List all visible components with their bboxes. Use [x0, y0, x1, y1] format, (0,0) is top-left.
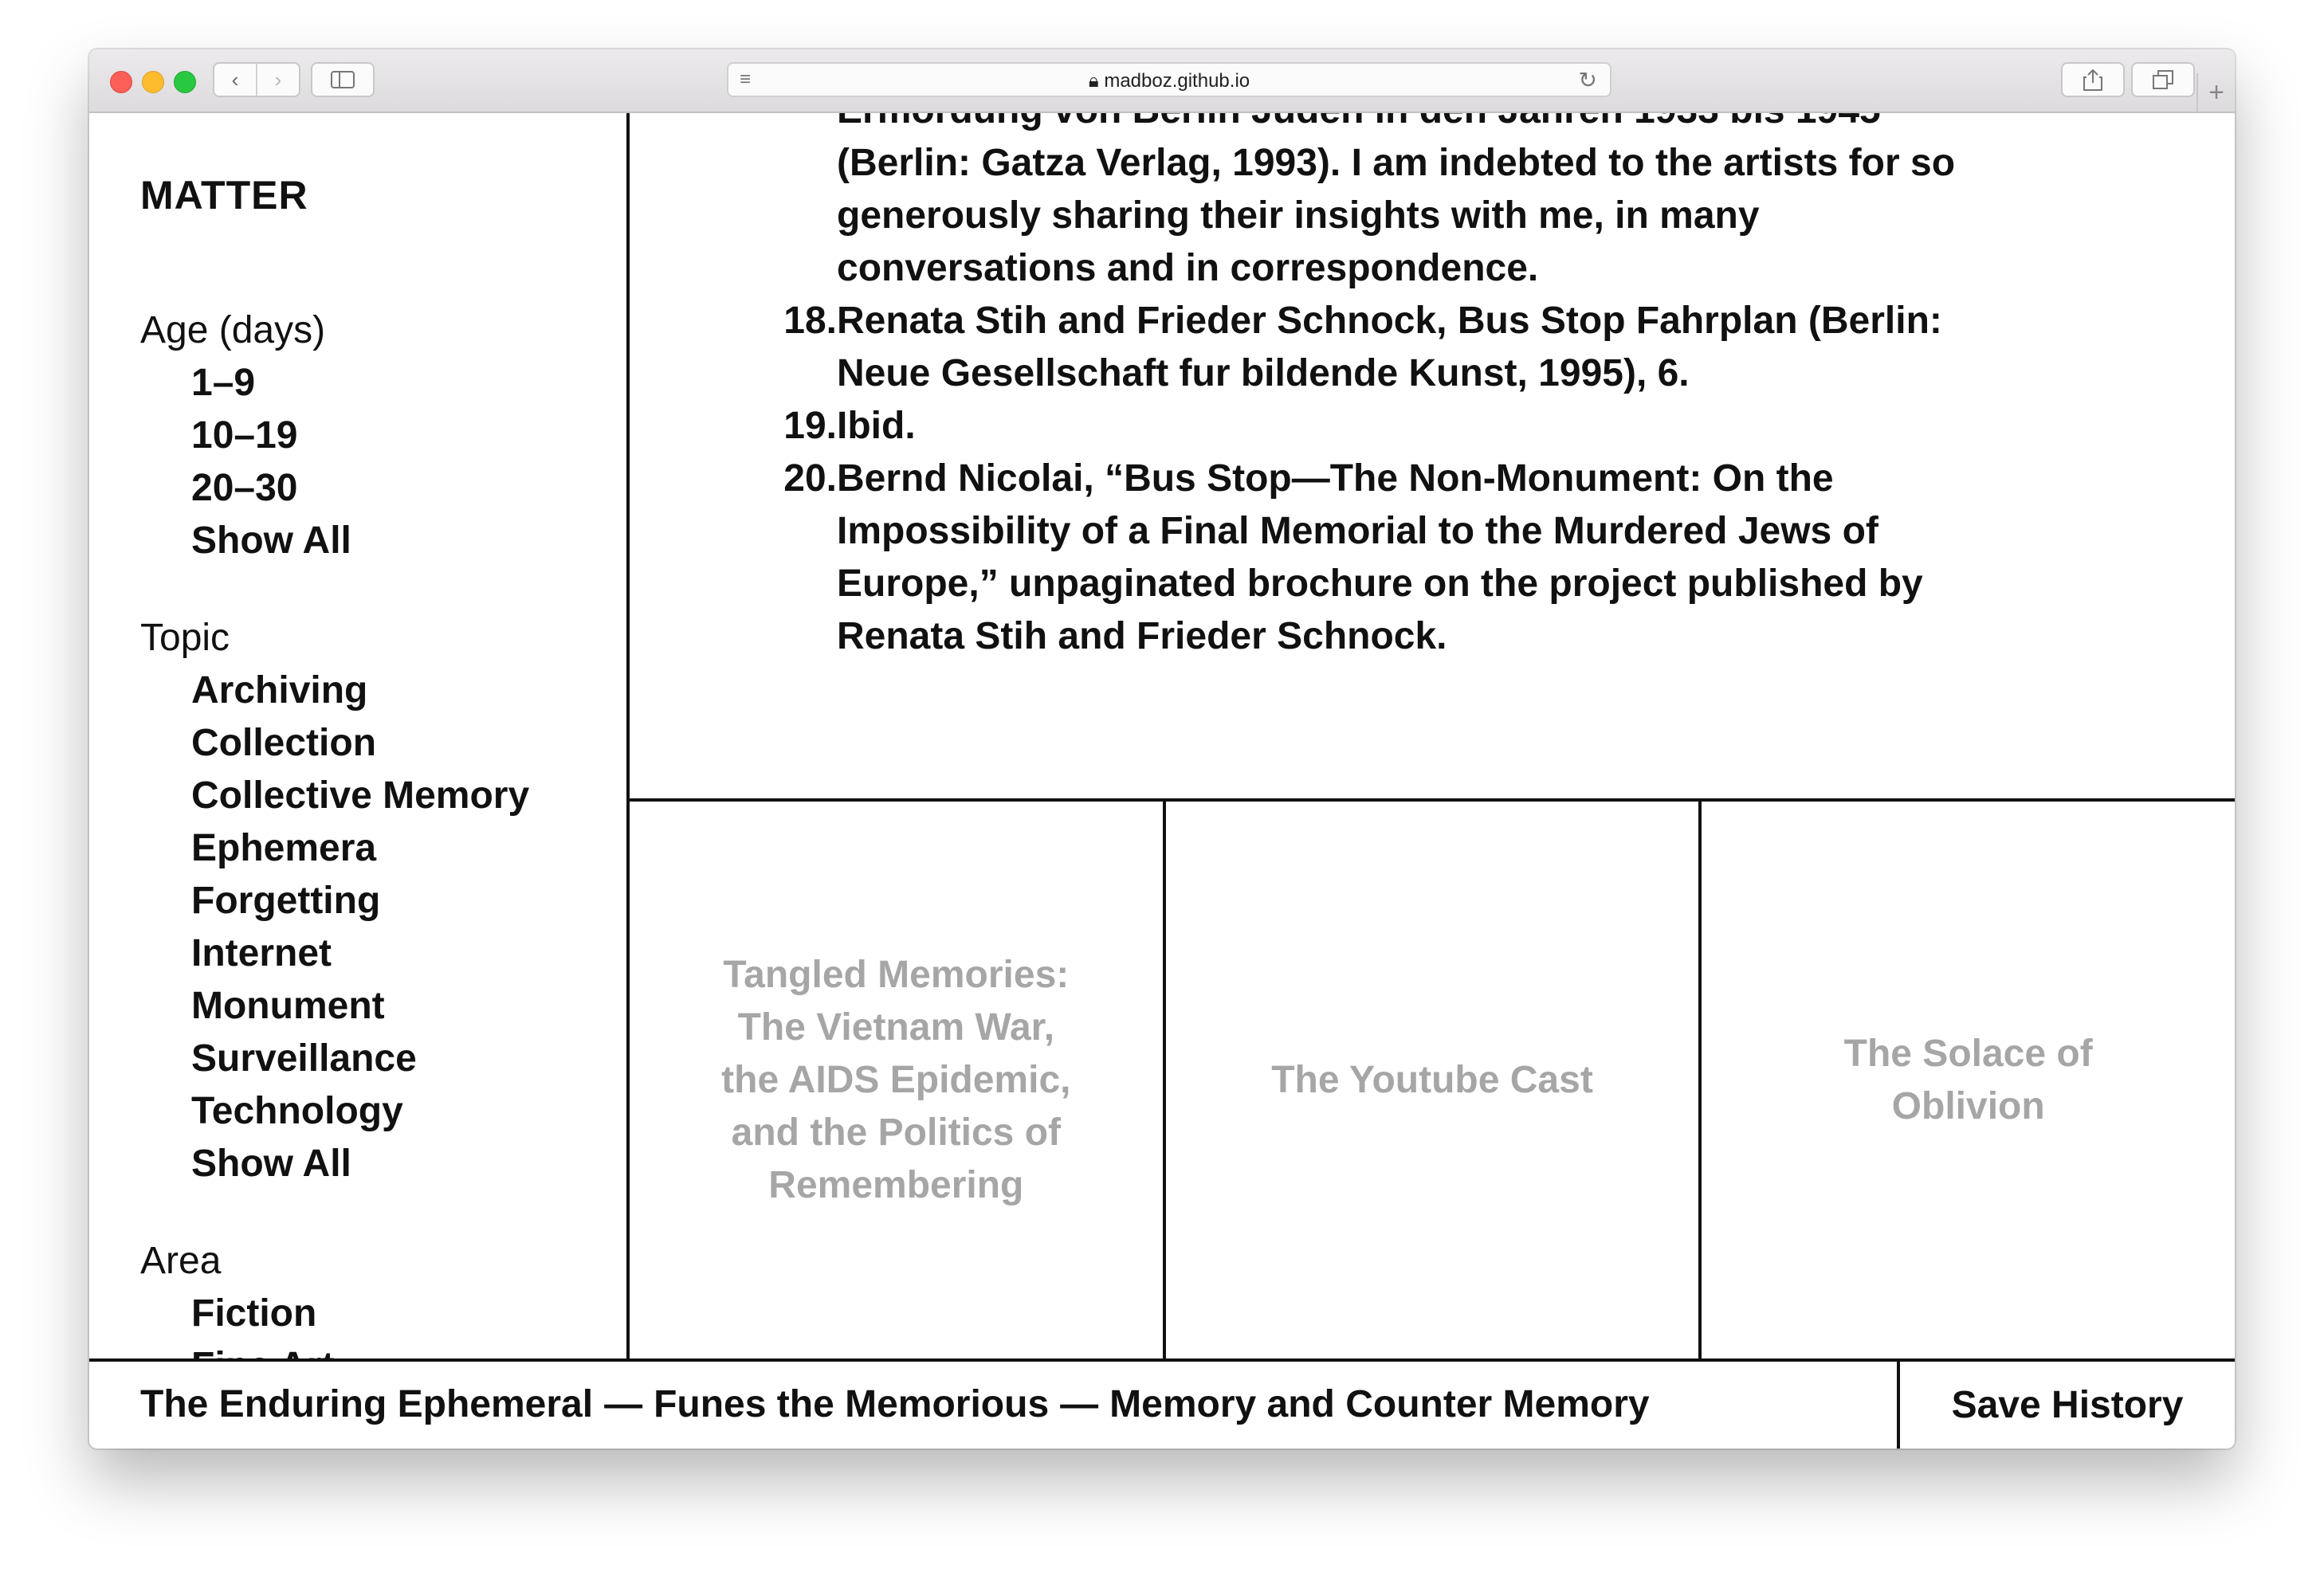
related-article-card[interactable]: The Youtube Cast	[1166, 802, 1702, 1358]
footnote-line: (Berlin: Gatza Verlag, 1993). I am indeb…	[837, 142, 1956, 184]
url-text: madboz.github.io	[1104, 70, 1250, 92]
browser-toolbar: ‹ › ≡ 🔒︎ madboz.github.io ↻ +	[89, 49, 2235, 113]
related-articles: Tangled Memories: The Vietnam War, the A…	[630, 802, 2235, 1358]
history-crumb[interactable]: Funes the Memorious	[654, 1382, 1049, 1426]
footnote-line: Neue Gesellschaft fur bildende Kunst, 19…	[837, 352, 1690, 394]
footnote-line: Renata Stih and Frieder Schnock.	[837, 615, 1447, 657]
footnote-line: Impossibility of a Final Memorial to the…	[837, 510, 1878, 552]
tabs-icon	[2153, 70, 2173, 89]
filter-item[interactable]: 1–9	[191, 357, 351, 410]
filter-item[interactable]: Forgetting	[191, 875, 529, 927]
footnotes-list: Ermordung von Berlin Juden in den Jahren…	[773, 113, 2016, 663]
sidebar-toggle-button[interactable]	[311, 62, 375, 97]
footnote-number: 19.	[783, 405, 837, 447]
footnote-line: conversations and in correspondence.	[837, 247, 1539, 289]
filter-group-age: Age (days) 1–9 10–19 20–30 Show All	[140, 304, 351, 567]
card-title: Tangled Memories: The Vietnam War, the A…	[721, 953, 1071, 1206]
history-bar: The Enduring Ephemeral — Funes the Memor…	[89, 1358, 2235, 1449]
site-logo[interactable]: MATTER	[140, 172, 308, 218]
filter-group-topic: Topic Archiving Collection Collective Me…	[140, 612, 529, 1190]
filter-heading: Age (days)	[140, 309, 326, 351]
reading-history-breadcrumb: The Enduring Ephemeral — Funes the Memor…	[140, 1382, 1650, 1426]
history-nav: ‹ ›	[213, 62, 300, 97]
filter-item-show-all[interactable]: Show All	[191, 515, 351, 567]
card-title: The Youtube Cast	[1271, 1058, 1593, 1101]
back-icon[interactable]: ‹	[214, 64, 256, 96]
article-content[interactable]: Ermordung von Berlin Juden in den Jahren…	[630, 113, 2235, 802]
footnote-20: 20. Bernd Nicolai, “Bus Stop—The Non-Monu…	[773, 453, 2016, 505]
page: MATTER Age (days) 1–9 10–19 20–30 Show A…	[89, 113, 2235, 1449]
new-tab-button[interactable]: +	[2196, 73, 2235, 112]
crumb-separator: —	[1060, 1383, 1099, 1425]
filter-item[interactable]: Fine Art	[191, 1340, 335, 1358]
minimize-window-button[interactable]	[142, 71, 164, 93]
filter-group-area: Area Fiction Fine Art	[140, 1235, 335, 1358]
related-article-card[interactable]: Tangled Memories: The Vietnam War, the A…	[630, 802, 1166, 1358]
browser-window: ‹ › ≡ 🔒︎ madboz.github.io ↻ + MATTER Age…	[89, 49, 2235, 1449]
plus-icon: +	[2208, 76, 2224, 108]
reload-icon[interactable]: ↻	[1579, 67, 1597, 93]
fullscreen-window-button[interactable]	[174, 71, 196, 93]
footnote-18: 18. Renata Stih and Frieder Schnock, Bus …	[773, 295, 2016, 347]
history-crumb[interactable]: Memory and Counter Memory	[1109, 1382, 1649, 1426]
footnote-19: 19. Ibid.	[773, 400, 2016, 453]
footnote-number: 18.	[783, 300, 837, 342]
related-article-card[interactable]: The Solace of Oblivion	[1702, 802, 2235, 1358]
filter-heading: Topic	[140, 617, 230, 659]
filter-item[interactable]: Ephemera	[191, 822, 529, 875]
filter-item-show-all[interactable]: Show All	[191, 1138, 529, 1190]
lock-icon: 🔒︎	[1088, 70, 1099, 92]
footnote-number: 20.	[783, 457, 837, 500]
filter-item[interactable]: Technology	[191, 1085, 529, 1138]
share-icon	[2083, 69, 2102, 91]
filter-item[interactable]: Internet	[191, 927, 529, 980]
filter-heading: Area	[140, 1240, 222, 1282]
card-title: The Solace of Oblivion	[1843, 1032, 2093, 1127]
filter-item[interactable]: Collective Memory	[191, 770, 529, 822]
footnote-line: Ermordung von Berlin Juden in den Jahren…	[773, 113, 2016, 137]
filter-item[interactable]: Collection	[191, 717, 529, 770]
filter-item[interactable]: Surveillance	[191, 1033, 529, 1085]
filter-item[interactable]: Archiving	[191, 665, 529, 717]
sidebar-icon	[331, 71, 355, 88]
filter-item[interactable]: 20–30	[191, 462, 351, 515]
footnote-line: generously sharing their insights with m…	[837, 194, 1760, 237]
close-window-button[interactable]	[110, 71, 132, 93]
tab-overview-button[interactable]	[2131, 62, 2195, 97]
history-crumb[interactable]: The Enduring Ephemeral	[140, 1382, 593, 1426]
filter-item[interactable]: Monument	[191, 980, 529, 1033]
save-history-button[interactable]: Save History	[1897, 1362, 2235, 1449]
filter-item[interactable]: Fiction	[191, 1288, 335, 1340]
crumb-separator: —	[604, 1383, 643, 1425]
filter-sidebar: MATTER Age (days) 1–9 10–19 20–30 Show A…	[89, 113, 630, 1358]
address-bar[interactable]: ≡ 🔒︎ madboz.github.io ↻	[727, 62, 1611, 97]
share-button[interactable]	[2061, 62, 2125, 97]
filter-item[interactable]: 10–19	[191, 410, 351, 462]
footnote-line: Europe,” unpaginated brochure on the pro…	[837, 563, 1923, 605]
forward-icon[interactable]: ›	[256, 64, 299, 96]
